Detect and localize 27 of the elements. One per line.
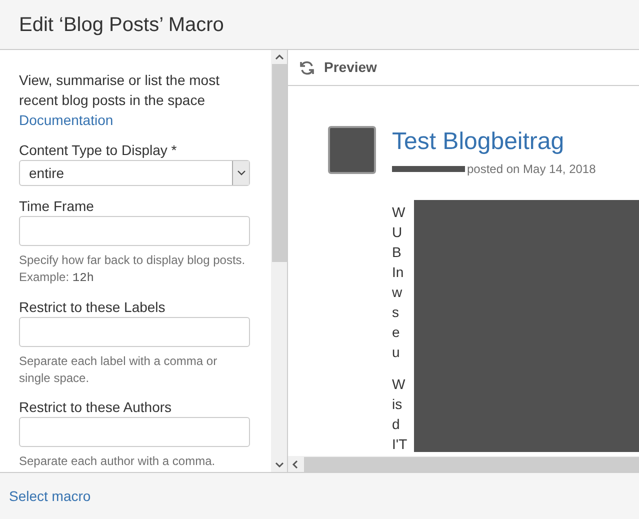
text-fragment: W xyxy=(392,375,406,394)
field-label: Time Frame xyxy=(19,197,95,216)
text-fragment: w xyxy=(392,283,404,302)
post-title[interactable]: Test Blogbeitrag xyxy=(392,128,639,156)
post-meta: posted on May 14, 2018 xyxy=(467,161,596,178)
text-fragment: I'T xyxy=(392,435,408,454)
text-fragment: U xyxy=(392,223,404,242)
text-fragment: s xyxy=(392,303,400,322)
dialog-title: Edit ‘Blog Posts’ Macro xyxy=(19,12,224,36)
text-fragment: d xyxy=(392,415,401,434)
select-field[interactable]: entire xyxy=(19,160,250,186)
field-label: Content Type to Display * xyxy=(19,141,178,160)
field-label: Restrict to these Labels xyxy=(19,298,166,317)
help-text: Specify how far back to display blog posts. Example: 12h xyxy=(19,252,246,287)
field-label: Restrict to these Authors xyxy=(19,398,173,417)
text-fragment: B xyxy=(392,243,402,262)
description: View, summarise or list the most recent blog posts in the space xyxy=(19,72,220,108)
text-fragment: e xyxy=(392,323,401,342)
help-text: Separate each author with a comma. xyxy=(19,453,216,470)
text-fragment: u xyxy=(392,343,401,362)
preview-heading: Preview xyxy=(324,58,377,77)
help-text: Separate each label with a comma or single space. xyxy=(19,353,218,387)
text-fragment: In xyxy=(392,263,405,282)
text-fragment: W xyxy=(392,203,406,222)
documentation-link[interactable]: Documentation xyxy=(19,112,114,128)
text-fragment: is xyxy=(392,395,404,414)
select-macro-link[interactable]: Select macro xyxy=(9,486,91,506)
